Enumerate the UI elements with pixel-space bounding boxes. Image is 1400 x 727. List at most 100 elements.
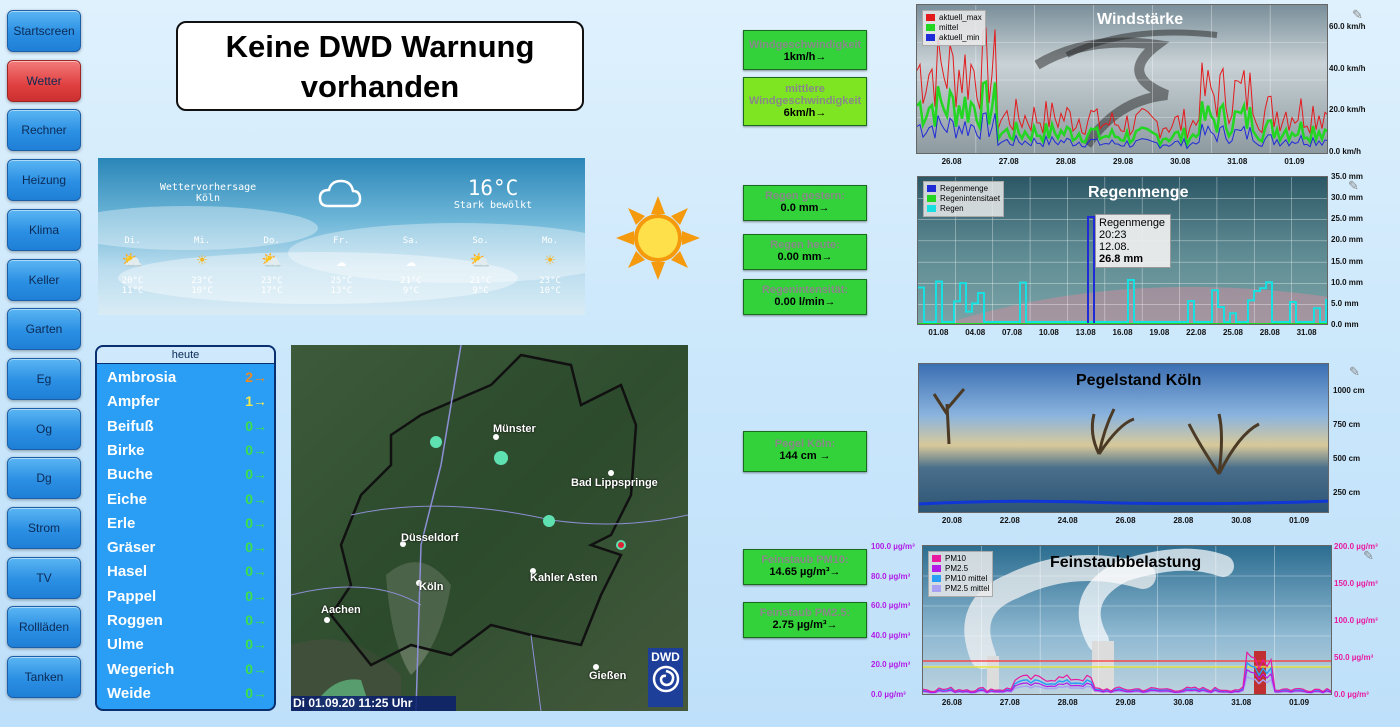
forecast-high: 21°C	[469, 276, 492, 286]
rain-tooltip: Regenmenge 20:23 12.08. 26.8 mm	[1095, 214, 1171, 268]
forecast-weekday: Mo.	[541, 236, 559, 246]
pm25-label: Feinstaub PM2.5:	[759, 607, 851, 619]
nav-button-garten[interactable]: Garten	[7, 308, 81, 351]
nav-button-wetter[interactable]: Wetter	[7, 59, 81, 102]
nav-button-rechner[interactable]: Rechner	[7, 109, 81, 152]
rain-radar-map[interactable]: Münster Bad Lippspringe Düsseldorf Köln …	[291, 345, 688, 711]
pm10-value: 14.65 µg/m³→	[769, 566, 841, 578]
dust-chart[interactable]: Feinstaubbelastung PM10 PM2.5 PM10 mitte…	[922, 545, 1332, 695]
pollen-name: Pappel	[107, 587, 157, 605]
pollen-name: Eiche	[107, 490, 148, 508]
x-tick-label: 22.08	[999, 516, 1020, 525]
map-city-duesseldorf: Düsseldorf	[401, 532, 459, 544]
wind-ytick: 20.0 km/h	[1329, 105, 1366, 114]
pm25-box[interactable]: Feinstaub PM2.5: 2.75 µg/m³→	[743, 602, 867, 638]
pollen-row: Hasel 0→	[107, 563, 267, 585]
x-tick-label: 01.08	[928, 328, 949, 337]
pollen-forecast-panel: heute Ambrosia 2→ Ampfer 1→ Beifuß 0→ Birke 0→ B…	[95, 345, 276, 711]
pollen-level: 0→	[245, 466, 267, 483]
pollen-row: Birke 0→	[107, 442, 267, 464]
nav-button-tanken[interactable]: Tanken	[7, 656, 81, 699]
nav-button-startscreen[interactable]: Startscreen	[7, 10, 81, 52]
pollen-row: Ambrosia 2→	[107, 369, 267, 391]
y-tick-label-right: 200.0 µg/m³	[1334, 542, 1378, 551]
pollen-row: Weide 0→	[107, 685, 267, 707]
nav-button-heizung[interactable]: Heizung	[7, 159, 81, 202]
wind-chart-title: Windstärke	[1097, 11, 1184, 28]
y-tick-label: 1000 cm	[1333, 386, 1365, 395]
pollen-row: Eiche 0→	[107, 491, 267, 513]
legend-aktuell-max: aktuell_max	[939, 13, 982, 22]
rain-yesterday-value: 0.0 mm→	[780, 202, 830, 214]
x-tick-label: 31.08	[1296, 328, 1317, 337]
x-tick-label: 01.09	[1289, 698, 1310, 707]
wind-average-box[interactable]: mittlere Windgeschwindigkeit 6km/h→	[743, 77, 867, 126]
partly-sunny-icon: ⛅	[469, 251, 492, 271]
x-tick-label: 01.09	[1289, 516, 1310, 525]
forecast-low: 17°C	[260, 286, 283, 296]
rain-intensity-box[interactable]: Regenintensität: 0.00 l/min→	[743, 279, 867, 315]
map-city-koeln: Köln	[419, 581, 444, 593]
y-tick-label: 0.0 mm	[1331, 320, 1359, 329]
forecast-high: 20°C	[121, 276, 144, 286]
pollen-name: Hasel	[107, 563, 148, 581]
nav-button-rollläden[interactable]: Rollläden	[7, 606, 81, 649]
legend-pm25: PM2.5	[945, 564, 969, 573]
y-tick-label: 750 cm	[1333, 420, 1361, 429]
pollen-level: 0→	[245, 660, 267, 677]
nav-button-eg[interactable]: Eg	[7, 357, 81, 400]
nav-button-tv[interactable]: TV	[7, 556, 81, 599]
rain-yesterday-label: Regen gestern:	[764, 190, 846, 202]
edit-pencil-icon[interactable]: ✎	[1349, 365, 1362, 378]
rain-today-box[interactable]: Regen heute: 0.00 mm→	[743, 234, 867, 270]
x-tick-label: 26.08	[1115, 516, 1136, 525]
nav-button-keller[interactable]: Keller	[7, 258, 81, 301]
y-tick-label: 25.0 mm	[1331, 214, 1364, 224]
water-level-label: Pegel Köln:	[774, 438, 836, 450]
tooltip-name: Regenmenge	[1099, 217, 1166, 229]
pollen-header: heute	[97, 347, 274, 364]
edit-pencil-icon[interactable]: ✎	[1352, 8, 1365, 21]
pollen-row: Roggen 0→	[107, 612, 267, 634]
forecast-weekday: Fr.	[333, 236, 350, 246]
pollen-row: Beifuß 0→	[107, 418, 267, 440]
rain-yesterday-box[interactable]: Regen gestern: 0.0 mm→	[743, 185, 867, 221]
x-tick-label: 26.08	[941, 698, 962, 707]
forecast-low: 9°C	[402, 286, 420, 296]
rain-intensity-label: Regenintensität:	[761, 284, 849, 296]
y-tick-label-right: 100.0 µg/m³	[1334, 616, 1378, 625]
forecast-weekday: Di.	[124, 236, 141, 246]
legend-pm10: PM10	[945, 554, 966, 563]
rain-chart[interactable]: Regenmenge Regenmenge Regenintensitaet R…	[917, 176, 1328, 325]
legend-pm10-mittel: PM10 mittel	[945, 574, 988, 583]
pm10-label: Feinstaub PM10:	[761, 554, 849, 566]
nav-button-strom[interactable]: Strom	[7, 507, 81, 549]
x-tick-label: 29.08	[1115, 698, 1136, 707]
pollen-row: Buche 0→	[107, 466, 267, 488]
forecast-day: Mi. ☀ 23°C 10°C	[168, 236, 237, 296]
pollen-level: 0→	[245, 612, 267, 628]
wind-speed-box[interactable]: Windgeschwindigkeit 1km/h→	[743, 30, 867, 70]
rain-today-label: Regen heute:	[770, 239, 840, 251]
sun-icon	[616, 196, 700, 280]
y-tick-label: 20.0 mm	[1331, 235, 1364, 245]
x-tick-label: 01.09	[1284, 157, 1305, 166]
water-level-box[interactable]: Pegel Köln: 144 cm →	[743, 431, 867, 472]
pm10-box[interactable]: Feinstaub PM10: 14.65 µg/m³→	[743, 549, 867, 585]
nav-button-dg[interactable]: Dg	[7, 457, 81, 500]
water-level-chart[interactable]: Pegelstand Köln	[918, 363, 1329, 513]
x-tick-label: 24.08	[1057, 516, 1078, 525]
pollen-level: 0→	[245, 636, 267, 653]
forecast-low: 10°C	[191, 286, 213, 296]
wind-chart[interactable]: Windstärke aktuell_max mittel aktuell_mi…	[916, 4, 1328, 154]
forecast-high: 25°C	[330, 276, 353, 286]
pollen-name: Ampfer	[107, 393, 160, 411]
forecast-weekday: Sa.	[402, 236, 420, 246]
nav-button-klima[interactable]: Klima	[7, 208, 81, 251]
x-tick-label: 31.08	[1231, 698, 1252, 707]
cloud-icon	[318, 179, 362, 208]
pollen-name: Erle	[107, 514, 136, 532]
forecast-high: 21°C	[400, 276, 422, 286]
nav-button-og[interactable]: Og	[7, 407, 81, 450]
pollen-name: Gräser	[107, 539, 156, 557]
